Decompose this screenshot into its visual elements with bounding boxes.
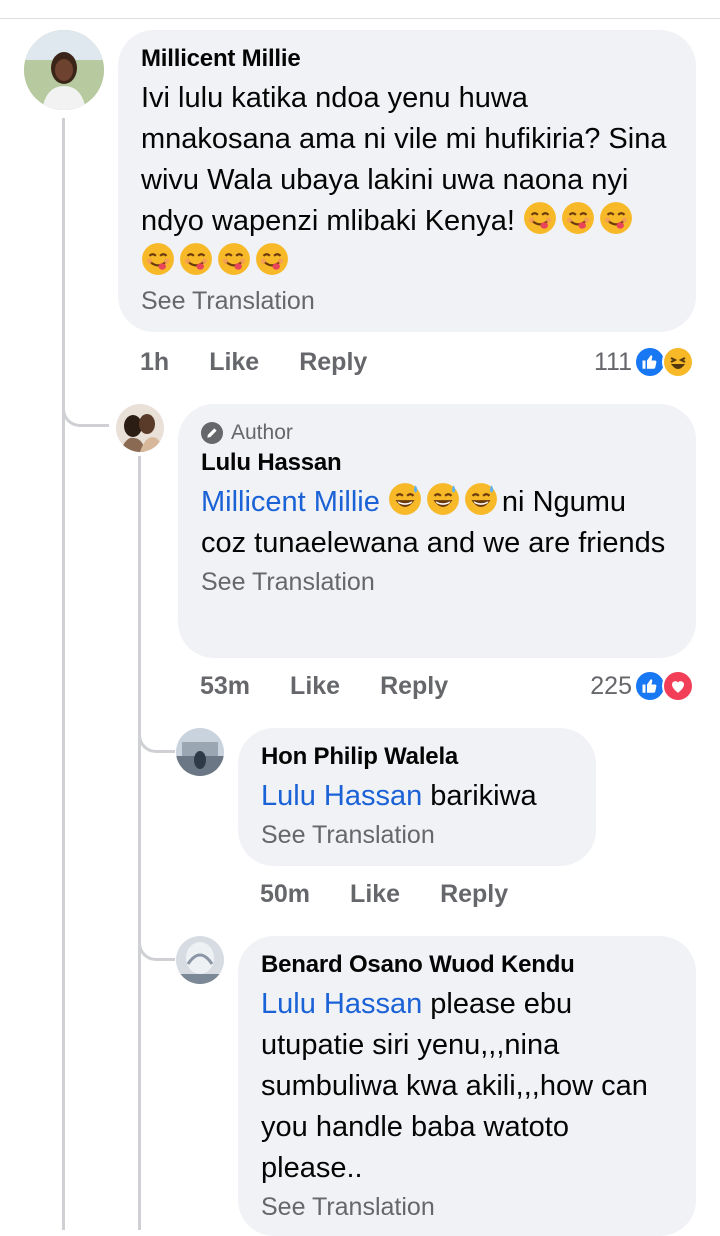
see-translation-link[interactable]: See Translation <box>261 819 574 851</box>
timestamp[interactable]: 53m <box>200 672 250 701</box>
comment-author[interactable]: Benard Osano Wuod Kendu <box>261 950 674 980</box>
yum-face-icon <box>600 202 632 234</box>
comment-text: Ivi lulu katika ndoa yenu huwa mnakosana… <box>141 78 674 283</box>
yum-face-icon <box>180 243 212 275</box>
reply-button[interactable]: Reply <box>440 880 508 909</box>
thread-elbow-reply-3 <box>138 914 175 961</box>
mention-link[interactable]: Millicent Millie <box>201 486 380 518</box>
grinning-sweat-face-icon <box>426 483 459 515</box>
timestamp[interactable]: 1h <box>140 348 169 377</box>
pencil-icon <box>201 422 223 444</box>
comment-body: barikiwa <box>430 780 537 812</box>
comment-actions: 53m Like Reply <box>200 666 488 706</box>
mention-link[interactable]: Lulu Hassan <box>261 988 422 1020</box>
thread-elbow-reply-2 <box>138 706 175 753</box>
reply-button[interactable]: Reply <box>299 348 367 377</box>
author-badge: Author <box>201 420 674 446</box>
comment-body-start: please ebu <box>430 988 573 1020</box>
emoji-row <box>388 483 502 518</box>
comment-text: Millicent Millie ni Ngumu coz tunaelewan… <box>201 482 674 564</box>
grinning-sweat-face-icon <box>464 483 497 515</box>
see-translation-link[interactable]: See Translation <box>141 285 674 317</box>
comment-text: Lulu Hassan barikiwa <box>261 776 574 817</box>
reaction-summary[interactable]: 225 <box>590 666 694 706</box>
thread-elbow-reply-1 <box>62 380 109 427</box>
yum-face-icon <box>562 202 594 234</box>
reaction-summary[interactable]: 111 <box>594 342 694 382</box>
grinning-sweat-face-icon <box>388 483 421 515</box>
love-reaction-icon <box>662 670 694 702</box>
reaction-count: 225 <box>590 671 632 700</box>
reaction-count: 111 <box>593 347 632 376</box>
haha-reaction-icon <box>662 346 694 378</box>
mention-link[interactable]: Lulu Hassan <box>261 780 422 812</box>
comment-author[interactable]: Millicent Millie <box>141 44 674 74</box>
comment-body: utupatie siri yenu,,,nina sumbuliwa kwa … <box>261 1029 648 1184</box>
thread-line-reply <box>138 456 141 1230</box>
like-button[interactable]: Like <box>209 348 259 377</box>
comment-author[interactable]: Hon Philip Walela <box>261 742 574 772</box>
yum-face-icon <box>256 243 288 275</box>
comment-bubble[interactable]: Hon Philip Walela Lulu Hassan barikiwa S… <box>238 728 596 866</box>
see-translation-link[interactable]: See Translation <box>261 1191 674 1223</box>
yum-face-icon <box>524 202 556 234</box>
like-button[interactable]: Like <box>350 880 400 909</box>
avatar[interactable] <box>176 936 224 984</box>
thread-line-main <box>62 118 65 1230</box>
yum-face-icon <box>142 243 174 275</box>
avatar[interactable] <box>116 404 164 452</box>
like-button[interactable]: Like <box>290 672 340 701</box>
comment-bubble[interactable]: Millicent Millie Ivi lulu katika ndoa ye… <box>118 30 696 332</box>
reply-button[interactable]: Reply <box>380 672 448 701</box>
see-translation-link[interactable]: See Translation <box>201 566 674 598</box>
comment-text: Lulu Hassan please ebu utupatie siri yen… <box>261 984 674 1189</box>
avatar[interactable] <box>24 30 104 110</box>
avatar[interactable] <box>176 728 224 776</box>
comment-actions: 50m Like Reply <box>260 874 548 914</box>
comment-bubble[interactable]: Author Lulu Hassan Millicent Millie ni N… <box>178 404 696 658</box>
comment-actions: 1h Like Reply <box>140 342 407 382</box>
top-divider <box>0 18 720 19</box>
author-badge-label: Author <box>231 421 293 444</box>
comment-author[interactable]: Lulu Hassan <box>201 448 674 478</box>
comment-body-start: ni <box>501 486 525 518</box>
timestamp[interactable]: 50m <box>260 880 310 909</box>
comment-bubble[interactable]: Benard Osano Wuod Kendu Lulu Hassan plea… <box>238 936 696 1236</box>
yum-face-icon <box>218 243 250 275</box>
